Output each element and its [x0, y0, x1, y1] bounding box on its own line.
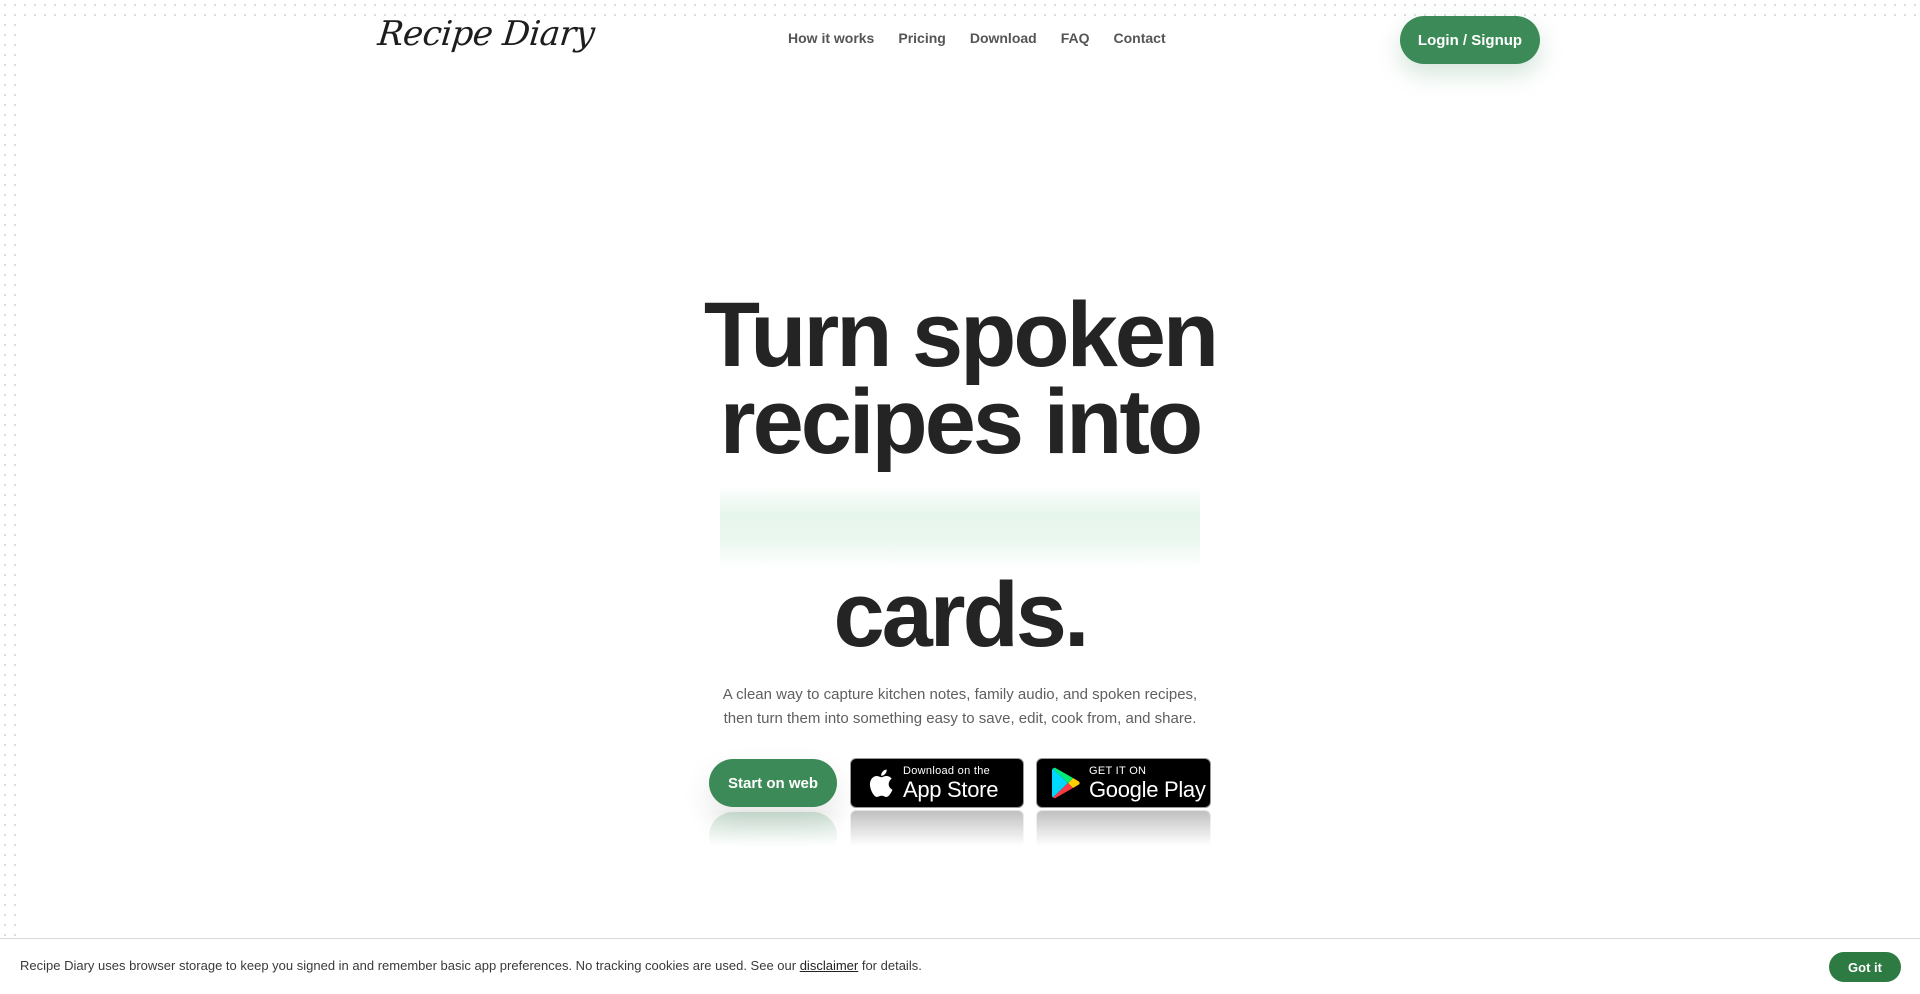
nav-contact[interactable]: Contact [1114, 30, 1166, 46]
start-on-web-reflection [709, 812, 837, 846]
brand-logo[interactable]: Recipe Diary [376, 14, 596, 54]
cookie-message: Recipe Diary uses browser storage to kee… [20, 958, 922, 973]
hero-subtitle-line-1: A clean way to capture kitchen notes, fa… [722, 686, 1198, 703]
app-store-reflection [850, 810, 1024, 846]
google-play-small-text: GET IT ON [1089, 764, 1147, 777]
main-nav: How it works Pricing Download FAQ Contac… [788, 30, 1166, 46]
cookie-banner: Recipe Diary uses browser storage to kee… [0, 938, 1920, 994]
hero-title-line-3: cards. [833, 564, 1089, 666]
cookie-text-before: Recipe Diary uses browser storage to kee… [20, 958, 797, 973]
google-play-big-text: Google Play [1089, 776, 1206, 802]
google-play-icon [1049, 766, 1083, 800]
start-on-web-button[interactable]: Start on web [709, 759, 837, 807]
app-store-badge-text: Download on the App Store [903, 764, 999, 802]
google-play-badge[interactable]: GET IT ON Google Play [1036, 758, 1211, 808]
google-play-reflection [1036, 810, 1211, 846]
hero-title-line-2: recipes into [719, 371, 1203, 473]
app-store-badge[interactable]: Download on the App Store [850, 758, 1024, 808]
hero-highlight-band [720, 485, 1200, 569]
hero-subtitle: A clean way to capture kitchen notes, fa… [660, 683, 1260, 731]
site-header: Recipe Diary How it works Pricing Downlo… [0, 0, 1920, 80]
nav-faq[interactable]: FAQ [1061, 30, 1090, 46]
hero-title: Turn spoken recipes into [660, 289, 1260, 468]
apple-icon [863, 766, 897, 800]
google-play-badge-text: GET IT ON Google Play [1089, 764, 1206, 802]
nav-download[interactable]: Download [970, 30, 1037, 46]
hero-subtitle-line-2: then turn them into something easy to sa… [723, 710, 1197, 727]
disclaimer-link[interactable]: disclaimer [800, 958, 859, 973]
cta-reflection [0, 810, 1920, 846]
cta-row: Start on web Download on the App Store G… [0, 758, 1920, 846]
nav-pricing[interactable]: Pricing [898, 30, 945, 46]
nav-how-it-works[interactable]: How it works [788, 30, 874, 46]
login-signup-button[interactable]: Login / Signup [1400, 16, 1540, 64]
app-store-small-text: Download on the [903, 764, 991, 777]
got-it-button[interactable]: Got it [1829, 952, 1901, 982]
app-store-big-text: App Store [903, 776, 999, 802]
cookie-text-after: for details. [861, 958, 922, 973]
